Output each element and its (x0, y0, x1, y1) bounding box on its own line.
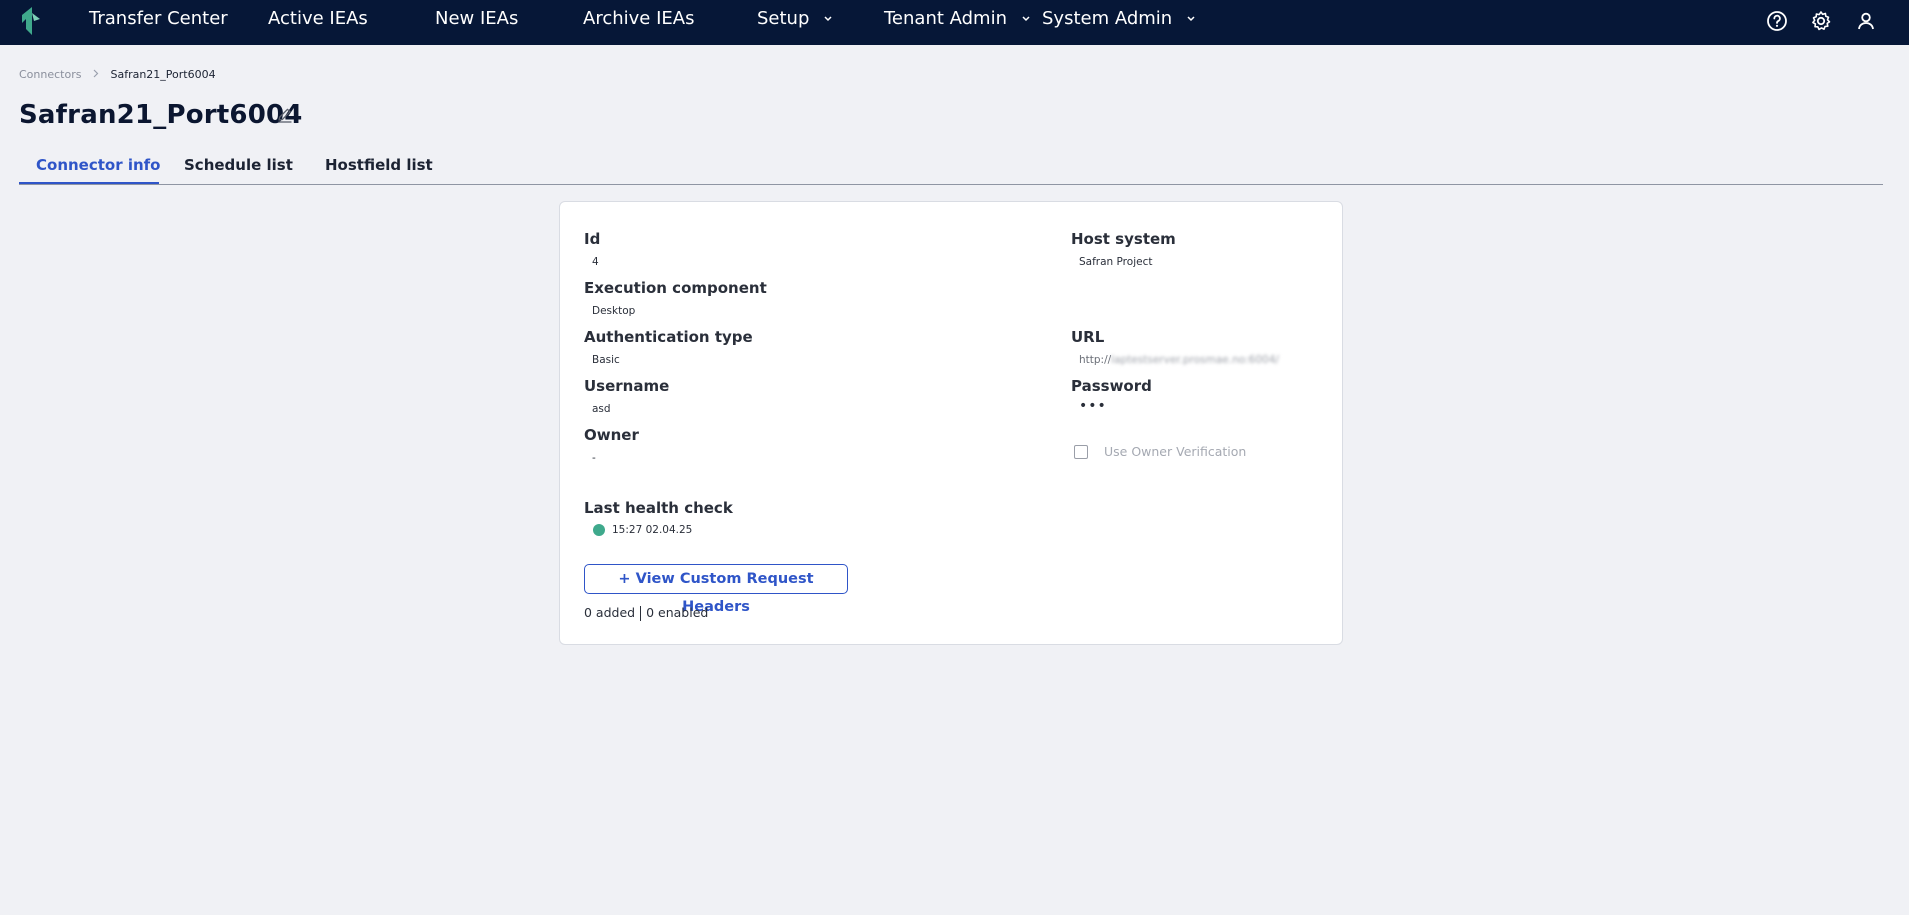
username-value: asd (592, 403, 611, 415)
custom-headers-counts: 0 added 0 enabled (584, 605, 708, 621)
gear-icon[interactable] (1810, 10, 1832, 32)
tab-schedule-list[interactable]: Schedule list (184, 156, 293, 174)
url-label: URL (1071, 328, 1105, 346)
use-owner-verification-checkbox[interactable] (1074, 445, 1088, 459)
chevron-down-icon (1187, 16, 1195, 22)
nav-system-admin-menu[interactable]: System Admin (1042, 0, 1196, 45)
username-label: Username (584, 377, 670, 395)
nav-tenant-admin-menu[interactable]: Tenant Admin (884, 0, 1031, 45)
view-custom-request-headers-button[interactable]: + View Custom Request Headers (584, 564, 848, 615)
execution-component-label: Execution component (584, 279, 767, 297)
active-tab-indicator (19, 182, 159, 184)
last-health-check-value: 15:27 02.04.25 (612, 524, 693, 536)
host-system-label: Host system (1071, 230, 1176, 248)
url-value-prefix: http:// (1079, 354, 1112, 366)
execution-component-value: Desktop (592, 305, 636, 317)
owner-label: Owner (584, 426, 639, 444)
nav-transfer-center[interactable]: Transfer Center (89, 0, 228, 45)
breadcrumb-connectors-link[interactable]: Connectors (19, 68, 81, 81)
nav-new-ieas-label: New IEAs (435, 8, 519, 29)
page-title: Safran21_Port6004 (19, 100, 303, 130)
nav-active-ieas[interactable]: Active IEAs (268, 0, 368, 45)
tab-hostfield-list[interactable]: Hostfield list (325, 156, 433, 174)
nav-tenant-admin-label: Tenant Admin (884, 8, 1008, 29)
health-status-indicator (593, 524, 605, 536)
nav-new-ieas[interactable]: New IEAs (435, 0, 518, 45)
nav-archive-ieas-label: Archive IEAs (583, 8, 695, 29)
top-navigation-bar: Transfer Center Active IEAs New IEAs Arc… (0, 0, 1909, 45)
chevron-down-icon (824, 16, 832, 22)
counts-divider (640, 606, 642, 621)
breadcrumb-current: Safran21_Port6004 (110, 68, 216, 81)
nav-transfer-center-label: Transfer Center (89, 8, 228, 29)
host-system-value: Safran Project (1079, 256, 1153, 268)
nav-setup-label: Setup (757, 8, 810, 29)
password-label: Password (1071, 377, 1152, 395)
tab-bar: Connector info Schedule list Hostfield l… (19, 150, 1883, 185)
password-value: ••• (1079, 398, 1107, 414)
chevron-right-icon (93, 68, 99, 81)
nav-system-admin-label: System Admin (1042, 8, 1173, 29)
user-icon[interactable] (1855, 10, 1877, 32)
nav-active-ieas-label: Active IEAs (268, 8, 368, 29)
tab-connector-info[interactable]: Connector info (36, 156, 160, 174)
chevron-down-icon (1022, 16, 1030, 22)
url-value-redacted: laptestserver.prosmae.no:6004/ (1111, 354, 1279, 366)
authentication-type-label: Authentication type (584, 328, 753, 346)
last-health-check-label: Last health check (584, 499, 733, 517)
authentication-type-value: Basic (592, 354, 620, 366)
headers-added-count: 0 added (584, 605, 636, 620)
url-value: http://laptestserver.prosmae.no:6004/ (1079, 354, 1279, 366)
use-owner-verification-label: Use Owner Verification (1104, 444, 1247, 459)
id-value: 4 (592, 256, 599, 268)
nav-archive-ieas[interactable]: Archive IEAs (583, 0, 694, 45)
breadcrumb: Connectors Safran21_Port6004 (19, 68, 216, 81)
edit-pencil-icon[interactable] (276, 106, 294, 124)
nav-setup-menu[interactable]: Setup (757, 0, 833, 45)
app-logo-icon[interactable] (20, 5, 44, 37)
plus-icon: + (618, 571, 631, 587)
owner-value: - (592, 452, 596, 464)
connector-info-card: Id 4 Execution component Desktop Authent… (559, 201, 1343, 645)
help-icon[interactable] (1766, 10, 1788, 32)
headers-enabled-count: 0 enabled (646, 605, 709, 620)
id-label: Id (584, 230, 601, 248)
